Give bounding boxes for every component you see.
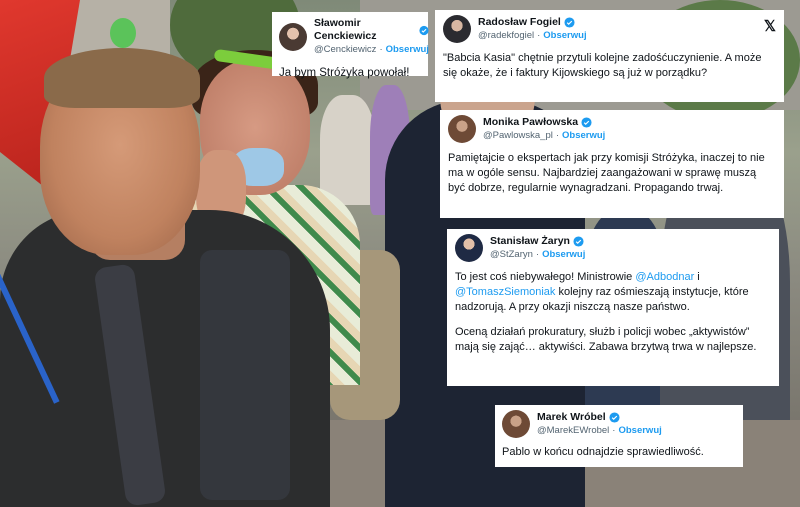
- x-logo-icon[interactable]: 𝕏: [764, 17, 776, 35]
- avatar[interactable]: [502, 410, 530, 438]
- follow-button[interactable]: Obserwuj: [386, 44, 429, 55]
- author-name[interactable]: Monika Pawłowska: [483, 116, 578, 129]
- follow-button[interactable]: Obserwuj: [618, 425, 661, 436]
- tweet-text-part: To jest coś niebywałego! Ministrowie: [455, 271, 636, 283]
- tweet-card-pawlowska: Monika Pawłowska @Pawlowska_pl · Obserwuj …: [440, 110, 784, 218]
- follow-button[interactable]: Obserwuj: [562, 130, 605, 141]
- tweet-text: To jest coś niebywałego! Ministrowie @Ad…: [455, 270, 771, 315]
- tweet-header: Stanisław Żaryn @StZaryn · Obserwuj: [455, 234, 771, 262]
- author-name[interactable]: Sławomir Cenckiewicz: [314, 17, 416, 43]
- tweet-card-cenckiewicz: Sławomir Cenckiewicz @Cenckiewicz · Obserw…: [272, 12, 429, 79]
- tweet-header: Monika Pawłowska @Pawlowska_pl · Obserwuj: [448, 115, 776, 143]
- author-name[interactable]: Stanisław Żaryn: [490, 235, 570, 248]
- tweet-text: "Babcia Kasia" chętnie przytuli kolejne …: [443, 52, 762, 79]
- tweet-text-paragraph-2: Oceną działań prokuratury, służb i polic…: [455, 326, 757, 353]
- tweet-card-zaryn: Stanisław Żaryn @StZaryn · Obserwuj To jes…: [447, 229, 779, 386]
- author-handle[interactable]: @Pawlowska_pl: [483, 130, 553, 141]
- author-handle[interactable]: @radekfogiel: [478, 30, 534, 41]
- author-name[interactable]: Radosław Fogiel: [478, 16, 561, 29]
- tweet-text: Ja bym Stróżyka powołał!: [279, 67, 410, 79]
- author-handle[interactable]: @Cenckiewicz: [314, 44, 376, 55]
- avatar[interactable]: [443, 15, 471, 43]
- follow-button[interactable]: Obserwuj: [543, 30, 586, 41]
- mention-link-adbodnar[interactable]: @Adbodnar: [635, 271, 694, 283]
- verified-badge-icon: [419, 25, 429, 35]
- verified-badge-icon: [609, 412, 620, 423]
- tweet-card-fogiel: 𝕏 Radosław Fogiel @radekfogiel · Obserwuj …: [435, 10, 784, 102]
- tweet-text-part: i: [694, 271, 700, 283]
- avatar[interactable]: [279, 22, 307, 51]
- tweet-header: Radosław Fogiel @radekfogiel · Obserwuj: [443, 15, 776, 43]
- author-handle[interactable]: @MarekEWrobel: [537, 425, 609, 436]
- mention-link-tomaszsiemoniak[interactable]: @TomaszSiemoniak: [455, 286, 555, 298]
- avatar[interactable]: [455, 234, 483, 262]
- tweet-card-wrobel: Marek Wróbel @MarekEWrobel · Obserwuj Pabl…: [495, 405, 743, 467]
- verified-badge-icon: [564, 17, 575, 28]
- author-name[interactable]: Marek Wróbel: [537, 411, 606, 424]
- tweet-header: Sławomir Cenckiewicz @Cenckiewicz · Obserw…: [279, 17, 429, 56]
- verified-badge-icon: [573, 236, 584, 247]
- follow-button[interactable]: Obserwuj: [542, 249, 585, 260]
- tweet-text: Pamiętajcie o ekspertach jak przy komisj…: [448, 152, 765, 194]
- tweet-header: Marek Wróbel @MarekEWrobel · Obserwuj: [502, 410, 736, 438]
- author-handle[interactable]: @StZaryn: [490, 249, 533, 260]
- tweet-text: Pablo w końcu odnajdzie sprawiedliwość.: [502, 446, 704, 458]
- avatar[interactable]: [448, 115, 476, 143]
- verified-badge-icon: [581, 117, 592, 128]
